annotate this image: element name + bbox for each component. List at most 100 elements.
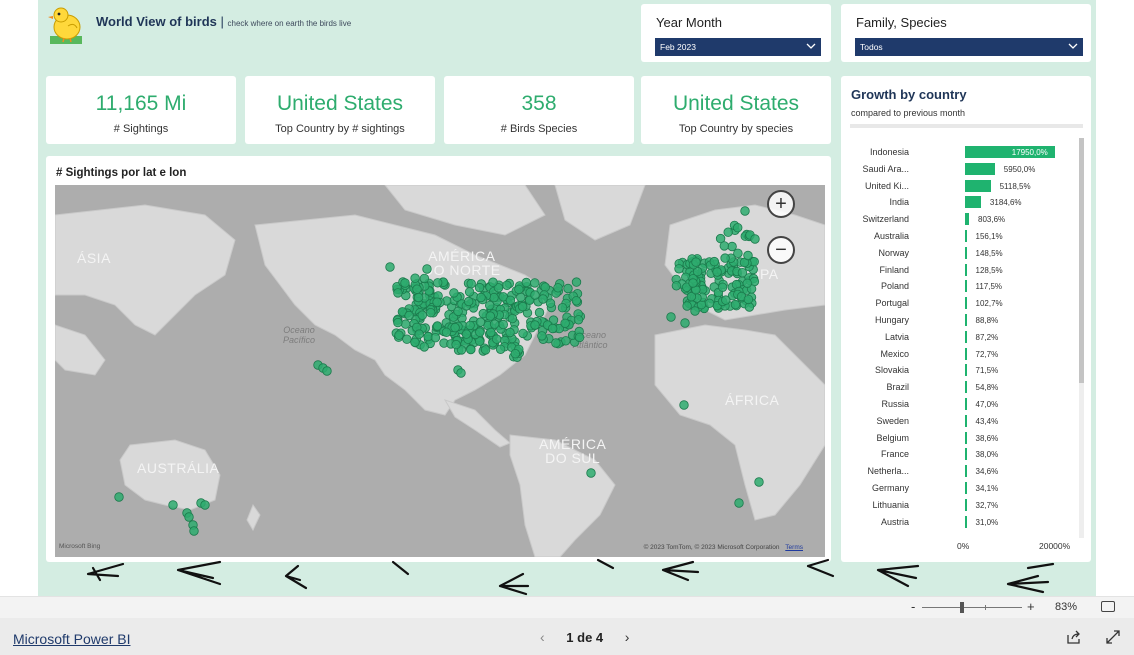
growth-bar[interactable] <box>965 280 967 293</box>
sighting-point[interactable] <box>671 281 682 291</box>
sighting-point[interactable] <box>404 310 414 321</box>
sighting-point[interactable] <box>489 319 500 329</box>
sighting-point[interactable] <box>586 468 596 478</box>
growth-bar[interactable] <box>965 515 967 528</box>
sighting-point[interactable] <box>461 329 472 339</box>
next-page-button[interactable]: › <box>625 629 630 645</box>
sighting-point[interactable] <box>114 492 124 502</box>
map-terms-link[interactable]: Terms <box>785 544 803 551</box>
growth-row[interactable]: Netherla... 34,6% <box>841 463 1081 479</box>
map-zoom-out-button[interactable]: − <box>767 236 795 264</box>
growth-row[interactable]: Lithuania 32,7% <box>841 497 1081 513</box>
sighting-point[interactable] <box>466 278 476 289</box>
zoom-slider-thumb[interactable] <box>960 602 964 613</box>
growth-row[interactable]: Portugal 102,7% <box>841 295 1081 311</box>
sighting-point[interactable] <box>530 278 540 288</box>
growth-row[interactable]: Russia 47,0% <box>841 396 1081 412</box>
sighting-point[interactable] <box>571 277 582 287</box>
sighting-point[interactable] <box>322 366 332 376</box>
growth-row[interactable]: Germany 34,1% <box>841 480 1081 496</box>
fit-to-page-icon[interactable] <box>1101 601 1115 612</box>
growth-row[interactable]: Brazil 54,8% <box>841 379 1081 395</box>
sighting-point[interactable] <box>412 284 422 294</box>
sighting-point[interactable] <box>734 498 744 508</box>
sighting-point[interactable] <box>488 277 498 287</box>
sighting-point[interactable] <box>518 328 528 339</box>
growth-bar[interactable] <box>965 364 967 377</box>
growth-row[interactable]: Hungary 88,8% <box>841 312 1081 328</box>
sighting-point[interactable] <box>400 319 411 329</box>
sighting-point[interactable] <box>514 284 524 295</box>
sighting-point[interactable] <box>189 526 199 536</box>
growth-bar[interactable] <box>965 196 981 209</box>
sighting-point[interactable] <box>571 296 582 306</box>
sighting-point[interactable] <box>433 278 443 288</box>
sighting-point[interactable] <box>474 282 485 293</box>
growth-bar[interactable] <box>965 381 967 394</box>
sighting-point[interactable] <box>563 283 573 294</box>
sighting-point[interactable] <box>505 327 515 338</box>
sighting-point[interactable] <box>737 267 748 278</box>
sighting-point[interactable] <box>530 290 540 300</box>
growth-row[interactable]: India 3184,6% <box>841 194 1081 210</box>
growth-row[interactable]: Belgium 38,6% <box>841 430 1081 446</box>
sighting-point[interactable] <box>502 280 512 291</box>
sighting-point[interactable] <box>393 317 403 328</box>
sighting-point[interactable] <box>560 318 570 329</box>
sighting-point[interactable] <box>712 267 722 277</box>
sighting-point[interactable] <box>750 234 760 244</box>
sighting-point[interactable] <box>680 318 690 328</box>
sighting-point[interactable] <box>743 250 753 261</box>
sighting-point[interactable] <box>476 292 486 303</box>
sighting-point[interactable] <box>674 264 684 274</box>
growth-bar[interactable] <box>965 465 967 478</box>
growth-scrollbar[interactable] <box>1079 138 1084 538</box>
growth-bar[interactable] <box>965 297 967 310</box>
sighting-point[interactable] <box>419 342 430 352</box>
sighting-point[interactable] <box>393 288 403 298</box>
sighting-point[interactable] <box>464 296 474 307</box>
sighting-point[interactable] <box>466 344 476 355</box>
sighting-point[interactable] <box>498 319 509 330</box>
sighting-point[interactable] <box>516 292 526 303</box>
family-species-dropdown[interactable]: Todos <box>855 38 1083 56</box>
growth-row[interactable]: United Ki... 5118,5% <box>841 178 1081 194</box>
power-bi-link[interactable]: Microsoft Power BI <box>13 631 130 647</box>
sighting-point[interactable] <box>682 301 692 311</box>
sighting-point[interactable] <box>385 262 395 272</box>
sighting-point[interactable] <box>441 327 452 338</box>
growth-row[interactable]: Norway 148,5% <box>841 245 1081 261</box>
sighting-point[interactable] <box>730 299 741 310</box>
growth-row[interactable]: Finland 128,5% <box>841 262 1081 278</box>
sighting-point[interactable] <box>538 294 548 304</box>
growth-row[interactable]: Sweden 43,4% <box>841 413 1081 429</box>
sighting-point[interactable] <box>688 278 698 288</box>
sighting-point[interactable] <box>464 287 475 297</box>
sighting-point[interactable] <box>540 282 550 292</box>
year-month-dropdown[interactable]: Feb 2023 <box>655 38 821 56</box>
growth-row[interactable]: Poland 117,5% <box>841 278 1081 294</box>
sighting-point[interactable] <box>168 500 178 510</box>
growth-row[interactable]: Australia 156,1% <box>841 228 1081 244</box>
sighting-point[interactable] <box>557 302 568 313</box>
sighting-point[interactable] <box>489 292 499 303</box>
sighting-point[interactable] <box>723 227 733 237</box>
sighting-point[interactable] <box>485 311 496 321</box>
sighting-point[interactable] <box>450 322 460 333</box>
growth-row[interactable]: Indonesia 17950,0% <box>841 144 1081 160</box>
sighting-point[interactable] <box>419 273 430 284</box>
sighting-point[interactable] <box>727 241 737 252</box>
sighting-point[interactable] <box>743 294 754 305</box>
sighting-point[interactable] <box>709 256 720 267</box>
growth-bar[interactable] <box>965 246 967 259</box>
growth-bar[interactable] <box>965 347 967 360</box>
sighting-point[interactable] <box>507 313 518 324</box>
sighting-point[interactable] <box>422 264 432 274</box>
sighting-point[interactable] <box>530 320 540 330</box>
sighting-point[interactable] <box>534 307 545 318</box>
growth-bar[interactable] <box>965 498 967 511</box>
sighting-point[interactable] <box>551 338 561 348</box>
growth-bar[interactable] <box>965 398 967 410</box>
sighting-point[interactable] <box>691 257 701 267</box>
growth-row[interactable]: Switzerland 803,6% <box>841 211 1081 227</box>
